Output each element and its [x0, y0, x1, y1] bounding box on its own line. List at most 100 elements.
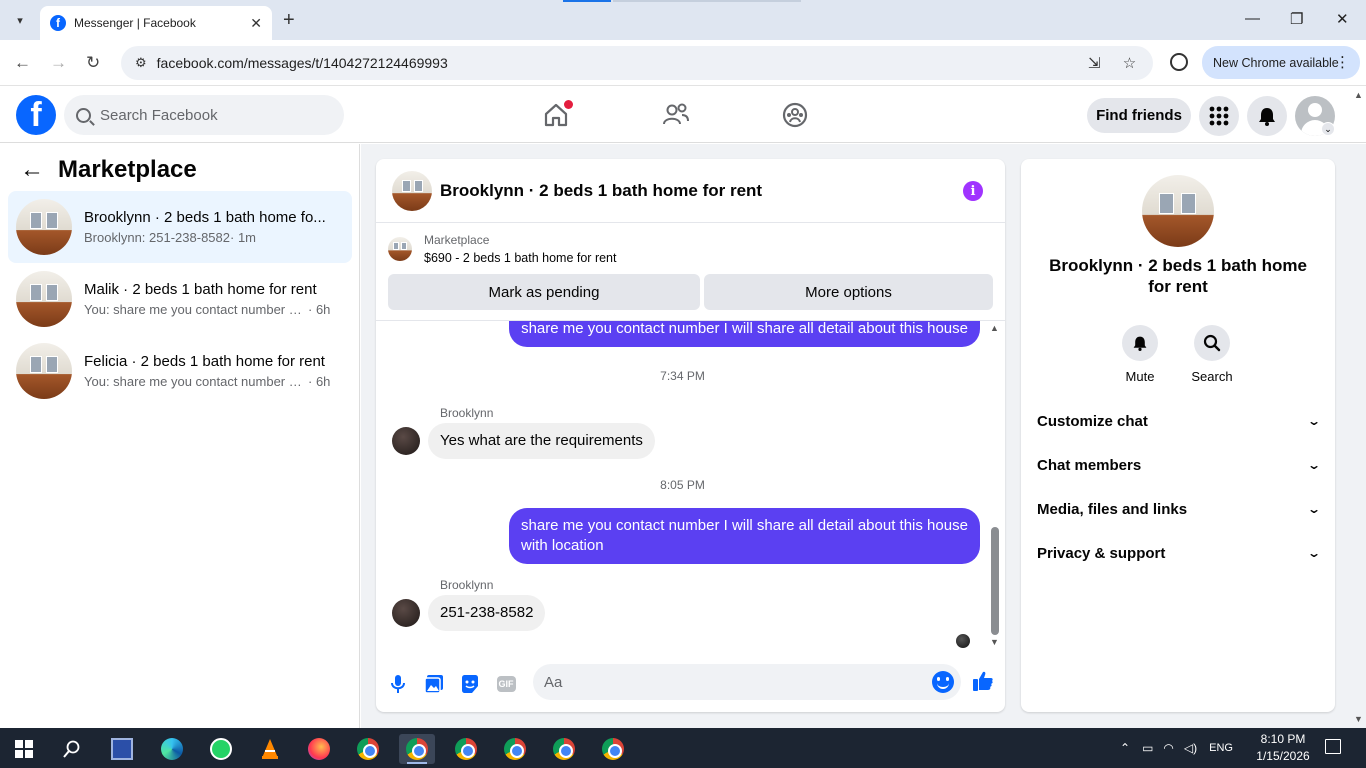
listing-detail: $690 - 2 beds 1 bath home for rent — [424, 251, 617, 265]
thumbs-up-icon[interactable] — [972, 670, 994, 698]
chat-window: Brooklynn · 2 beds 1 bath home for rent … — [376, 159, 1005, 712]
mark-as-pending-button[interactable]: Mark as pending — [388, 274, 700, 310]
facebook-search[interactable] — [64, 95, 344, 135]
system-tray: ⌃ ▭ ◠ ◁) ENG — [1120, 728, 1233, 768]
microphone-icon[interactable] — [387, 673, 409, 695]
language-indicator[interactable]: ENG — [1209, 742, 1233, 754]
notification-center-icon[interactable] — [1325, 739, 1341, 754]
listing-summary[interactable]: Marketplace $690 - 2 beds 1 bath home fo… — [388, 233, 617, 265]
conversation-item-brooklynn[interactable]: Brooklynn · 2 beds 1 bath home fo... Bro… — [8, 191, 352, 263]
chrome-profile-r-icon[interactable] — [350, 734, 386, 764]
chat-header: Brooklynn · 2 beds 1 bath home for rent … — [376, 159, 1005, 223]
sender-avatar[interactable] — [392, 427, 420, 455]
chrome-icon[interactable] — [546, 734, 582, 764]
windows-start-icon[interactable] — [6, 734, 42, 764]
firefox-icon[interactable] — [301, 734, 337, 764]
search-icon — [1194, 325, 1230, 361]
media-files-links-section[interactable]: Media, files and links ⌄ — [1037, 487, 1321, 531]
incoming-message[interactable]: 251-238-8582 — [428, 595, 546, 631]
chat-title[interactable]: Brooklynn · 2 beds 1 bath home for rent — [440, 181, 762, 201]
taskbar-clock[interactable]: 8:10 PM 1/15/2026 — [1252, 731, 1314, 765]
windows-taskbar: ⌃ ▭ ◠ ◁) ENG 8:10 PM 1/15/2026 — [0, 728, 1366, 768]
listing-profile-photo[interactable] — [1142, 175, 1214, 247]
facebook-logo[interactable]: f — [16, 95, 56, 135]
tab-search-chevron-icon[interactable]: ▾ — [8, 8, 32, 32]
chrome-icon[interactable] — [448, 734, 484, 764]
restore-icon[interactable]: ❐ — [1290, 10, 1303, 28]
clock-time: 8:10 PM — [1260, 732, 1306, 746]
reload-icon[interactable]: ↻ — [86, 53, 100, 73]
conversation-preview: You: share me you contact number I ... — [84, 302, 304, 317]
chrome-profile-icon[interactable] — [1170, 53, 1188, 71]
chrome-icon[interactable] — [595, 734, 631, 764]
chat-scrollbar[interactable] — [991, 527, 999, 635]
site-settings-icon[interactable]: ⚙ — [135, 55, 147, 71]
customize-chat-section[interactable]: Customize chat ⌄ — [1037, 399, 1321, 443]
chevron-down-icon: ⌄ — [1306, 546, 1322, 560]
sticker-icon[interactable] — [459, 673, 481, 695]
chat-members-section[interactable]: Chat members ⌄ — [1037, 443, 1322, 487]
tab-close-icon[interactable]: ✕ — [250, 15, 262, 32]
sender-avatar[interactable] — [392, 599, 420, 627]
gif-icon[interactable]: GIF — [495, 673, 517, 695]
friends-icon[interactable] — [660, 99, 692, 131]
window-close-icon[interactable]: ✕ — [1336, 10, 1349, 28]
conversation-item-malik[interactable]: Malik · 2 beds 1 bath home for rent You:… — [8, 263, 352, 335]
scroll-down-arrow-icon[interactable]: ▼ — [990, 637, 999, 647]
scroll-up-arrow-icon[interactable]: ▲ — [990, 323, 999, 333]
mute-button[interactable]: Mute — [1110, 325, 1170, 384]
whatsapp-icon[interactable] — [203, 734, 239, 764]
chrome-icon[interactable] — [497, 734, 533, 764]
chat-thumbnail[interactable] — [392, 170, 432, 211]
outgoing-message[interactable]: share me you contact number I will share… — [509, 321, 980, 347]
listing-mini-thumbnail — [388, 237, 412, 261]
find-friends-button[interactable]: Find friends — [1087, 98, 1191, 133]
address-bar[interactable]: ⚙ facebook.com/messages/t/14042721244699… — [121, 46, 1153, 80]
battery-icon[interactable]: ▭ — [1142, 741, 1153, 755]
wifi-icon[interactable]: ◠ — [1163, 741, 1173, 755]
search-label: Search — [1191, 369, 1233, 384]
message-timestamp: 7:34 PM — [660, 369, 705, 383]
page-scroll-up-arrow-icon[interactable]: ▲ — [1354, 90, 1363, 100]
chevron-down-icon: ⌄ — [1306, 458, 1322, 472]
conversation-time: · 6h — [308, 302, 331, 317]
forward-arrow-icon[interactable]: → — [50, 53, 67, 73]
info-icon[interactable]: i — [963, 181, 983, 201]
incoming-message[interactable]: Yes what are the requirements — [428, 423, 655, 459]
menu-grid-icon[interactable] — [1199, 96, 1239, 136]
chrome-active-icon[interactable] — [399, 734, 435, 764]
install-app-icon[interactable]: ⇲ — [1088, 55, 1101, 72]
back-arrow-icon[interactable]: ← — [14, 53, 31, 73]
chrome-menu-icon[interactable]: ⋮ — [1335, 53, 1350, 71]
listing-thumbnail — [16, 343, 72, 399]
search-in-chat-button[interactable]: Search — [1182, 325, 1242, 384]
taskbar-search-icon[interactable] — [54, 734, 90, 764]
browser-tab-messenger[interactable]: f Messenger | Facebook ✕ — [40, 6, 272, 40]
conversation-item-felicia[interactable]: Felicia · 2 beds 1 bath home for rent Yo… — [8, 335, 352, 407]
vlc-icon[interactable] — [252, 734, 288, 764]
groups-icon[interactable] — [779, 99, 811, 131]
minimize-icon[interactable]: — — [1245, 10, 1260, 27]
page-scroll-down-arrow-icon[interactable]: ▼ — [1354, 714, 1363, 724]
account-chevron-down-icon[interactable]: ⌄ — [1321, 122, 1335, 136]
message-input[interactable] — [533, 664, 961, 700]
volume-icon[interactable]: ◁) — [1184, 741, 1197, 755]
notifications-bell-icon[interactable] — [1247, 96, 1287, 136]
photo-icon[interactable] — [423, 673, 445, 695]
emoji-icon[interactable] — [932, 671, 954, 693]
more-options-button[interactable]: More options — [704, 274, 993, 310]
search-input[interactable] — [100, 106, 320, 124]
bookmark-star-icon[interactable]: ☆ — [1123, 55, 1136, 72]
chrome-update-button[interactable]: New Chrome available ⋮ — [1202, 46, 1360, 79]
edge-icon[interactable] — [154, 734, 190, 764]
privacy-support-section[interactable]: Privacy & support ⌄ — [1037, 531, 1322, 575]
conversation-name: Brooklynn · 2 beds 1 bath home fo... — [84, 209, 326, 226]
chat-details-panel: Brooklynn · 2 beds 1 bath home for rent … — [1021, 159, 1335, 712]
new-tab-button[interactable]: + — [283, 9, 295, 32]
message-composer: GIF — [376, 661, 1005, 712]
save-app-icon[interactable] — [104, 734, 140, 764]
conversation-preview: Brooklynn: 251-238-8582 — [84, 230, 230, 245]
tray-chevron-up-icon[interactable]: ⌃ — [1120, 741, 1130, 755]
back-arrow-icon[interactable]: ← — [20, 156, 44, 184]
outgoing-message[interactable]: share me you contact number I will share… — [509, 508, 980, 564]
